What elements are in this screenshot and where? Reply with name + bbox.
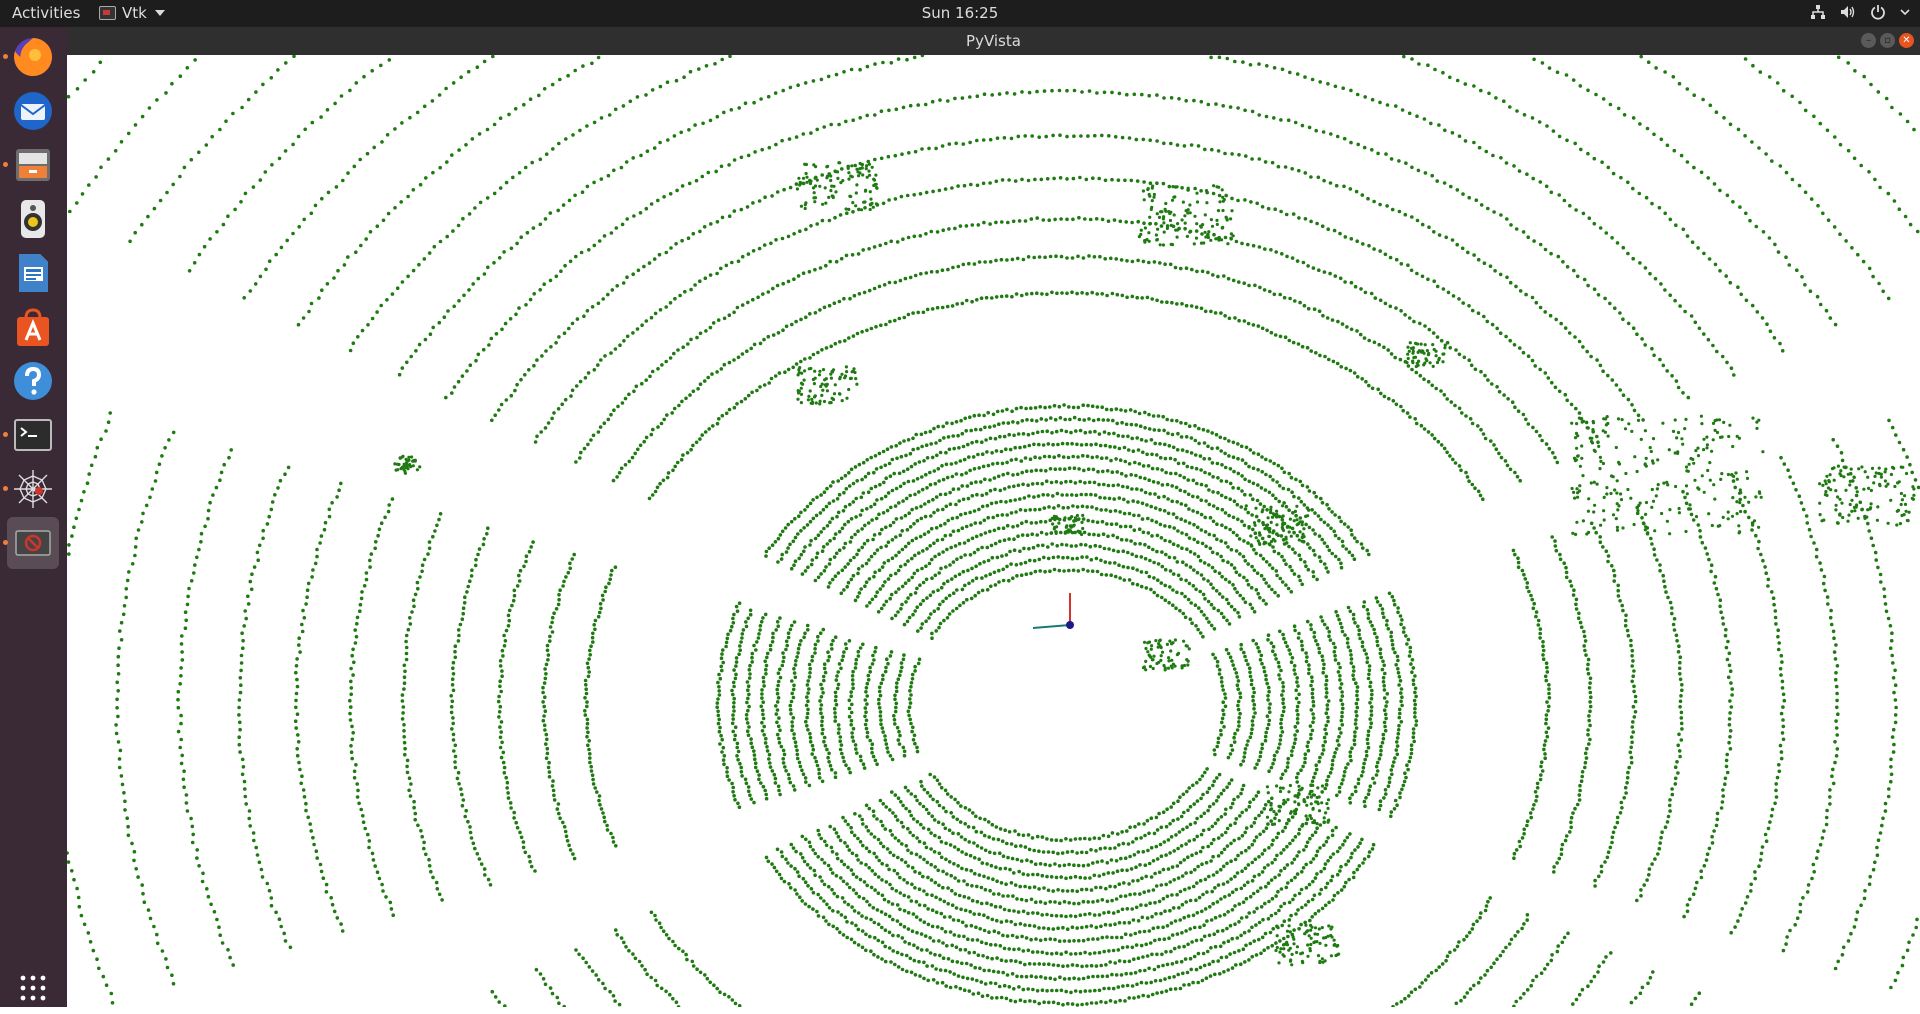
dock	[0, 27, 67, 1007]
dock-item-terminal[interactable]	[3, 409, 59, 461]
chevron-down-icon	[154, 10, 165, 16]
render-viewport[interactable]	[67, 55, 1920, 1007]
running-indicator	[3, 54, 8, 59]
clock[interactable]: Sun 16:25	[0, 4, 1920, 22]
close-button[interactable]: ✕	[1899, 33, 1914, 48]
dock-item-files[interactable]	[3, 139, 59, 191]
activities-button[interactable]: Activities	[12, 4, 80, 22]
dock-item-firefox[interactable]	[3, 31, 59, 83]
help-icon	[14, 362, 52, 400]
dock-item-help[interactable]	[7, 355, 59, 407]
window-title: PyVista	[966, 32, 1021, 50]
dock-item-writer[interactable]	[7, 247, 59, 299]
dock-item-spider[interactable]	[3, 463, 59, 515]
software-store-icon	[17, 308, 49, 346]
running-indicator	[3, 540, 8, 545]
firefox-icon	[14, 37, 53, 76]
vtk-window-icon	[15, 530, 51, 556]
app-menu-label: Vtk	[122, 4, 147, 22]
running-indicator	[3, 162, 8, 167]
terminal-icon	[14, 419, 52, 451]
mail-icon	[14, 92, 52, 130]
dock-item-thunderbird[interactable]	[7, 85, 59, 137]
minimize-button[interactable]: –	[1861, 33, 1876, 48]
writer-icon	[19, 254, 48, 292]
power-icon[interactable]	[1870, 4, 1886, 20]
orientation-axes	[1032, 593, 1074, 629]
top-bar: Activities Vtk Sun 16:25	[0, 0, 1920, 27]
maximize-button[interactable]: ▫	[1880, 33, 1895, 48]
vtk-app-icon	[99, 6, 116, 20]
speaker-icon	[21, 200, 45, 238]
volume-icon[interactable]	[1840, 4, 1856, 20]
system-tray[interactable]	[1810, 4, 1910, 20]
point-cloud[interactable]	[67, 55, 1920, 1007]
dock-item-software[interactable]	[7, 301, 59, 353]
app-menu[interactable]: Vtk	[99, 4, 165, 22]
network-icon[interactable]	[1810, 4, 1826, 20]
spider-web-icon	[14, 470, 52, 508]
files-icon	[16, 149, 50, 181]
running-indicator	[3, 432, 8, 437]
window-titlebar[interactable]: PyVista – ▫ ✕	[67, 27, 1920, 55]
running-indicator	[3, 486, 8, 491]
dock-item-vtk[interactable]	[3, 517, 59, 569]
show-applications-button[interactable]	[7, 962, 59, 1014]
app-grid-icon	[20, 975, 46, 1001]
dock-item-rhythmbox[interactable]	[7, 193, 59, 245]
chevron-down-icon[interactable]	[1900, 4, 1910, 20]
